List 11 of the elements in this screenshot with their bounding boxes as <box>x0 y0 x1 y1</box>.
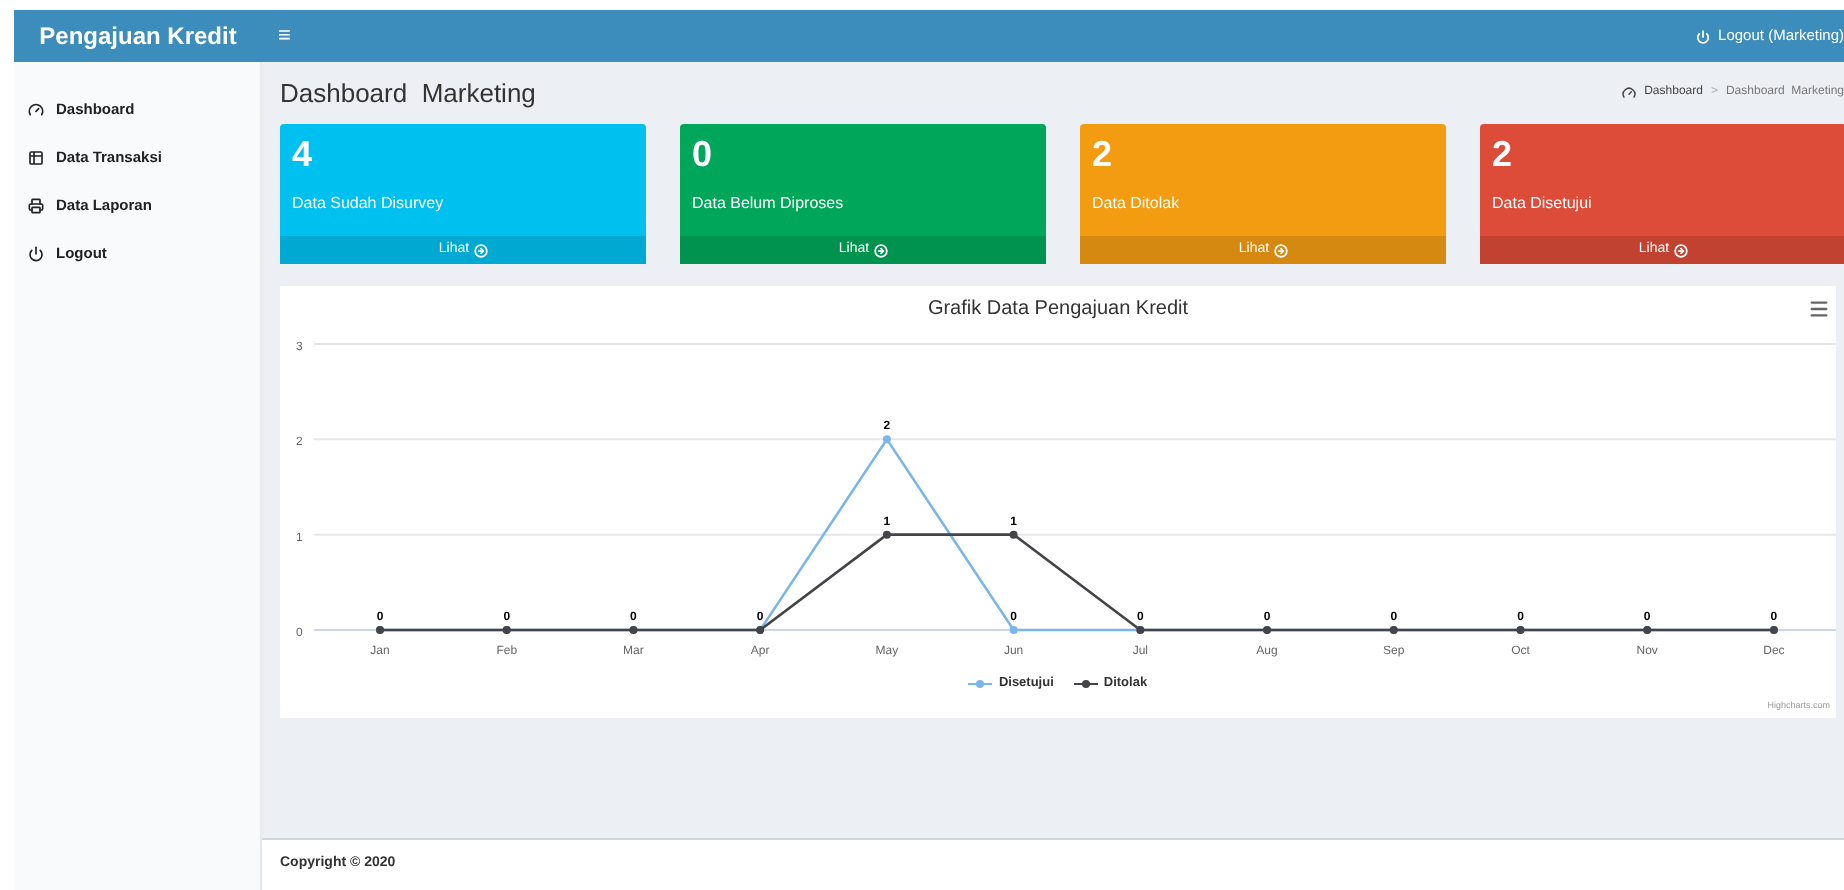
page-title: Dashboard Marketing <box>280 75 536 112</box>
stat-value: 0 <box>692 136 715 172</box>
stat-value: 4 <box>292 136 315 172</box>
stat-value: 2 <box>1492 136 1515 172</box>
chart-title: Grafik Data Pengajuan Kredit <box>927 295 1189 323</box>
stat-label: Data Disetujui <box>1492 192 1594 216</box>
stat-label: Data Ditolak <box>1092 192 1182 216</box>
stat-value: 2 <box>1092 136 1115 172</box>
stat-label: Data Belum Diproses <box>692 192 846 216</box>
brand-title: Pengajuan Kredit <box>39 20 237 54</box>
stat-label: Data Sudah Disurvey <box>292 192 446 216</box>
